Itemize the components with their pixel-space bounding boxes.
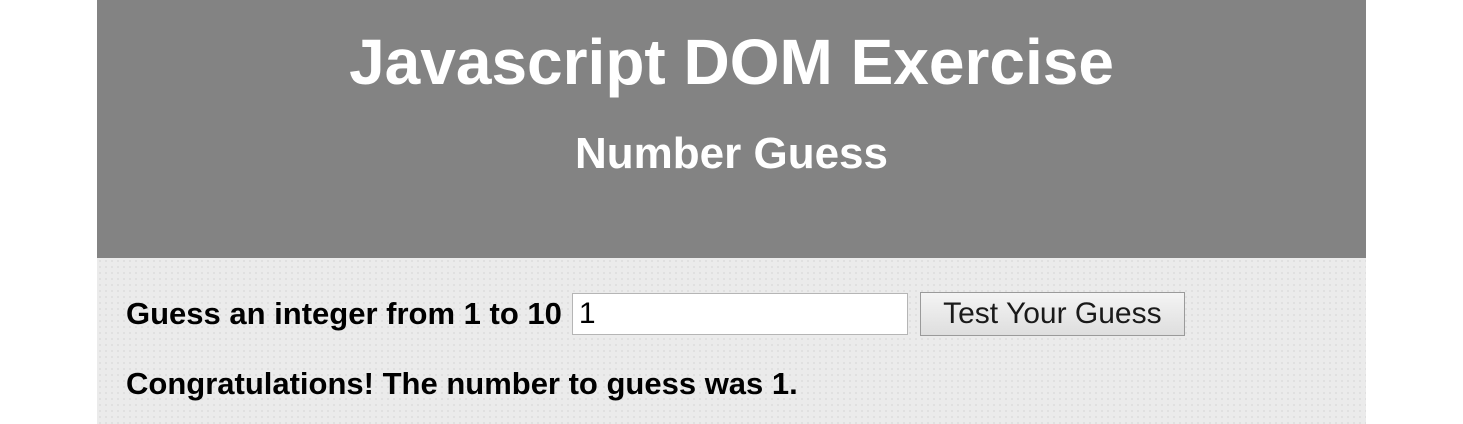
result-message: Congratulations! The number to guess was…	[126, 366, 798, 401]
page-header: Javascript DOM Exercise Number Guess	[97, 0, 1366, 258]
page-title: Javascript DOM Exercise	[349, 26, 1114, 98]
exercise-panel: Guess an integer from 1 to 10 Test Your …	[97, 258, 1366, 424]
page-subtitle: Number Guess	[575, 129, 888, 178]
test-guess-button[interactable]: Test Your Guess	[919, 292, 1185, 336]
guess-label: Guess an integer from 1 to 10	[126, 296, 562, 331]
page-container: Javascript DOM Exercise Number Guess Gue…	[97, 0, 1366, 424]
guess-form: Guess an integer from 1 to 10 Test Your …	[126, 290, 1185, 338]
guess-input[interactable]	[571, 293, 908, 335]
